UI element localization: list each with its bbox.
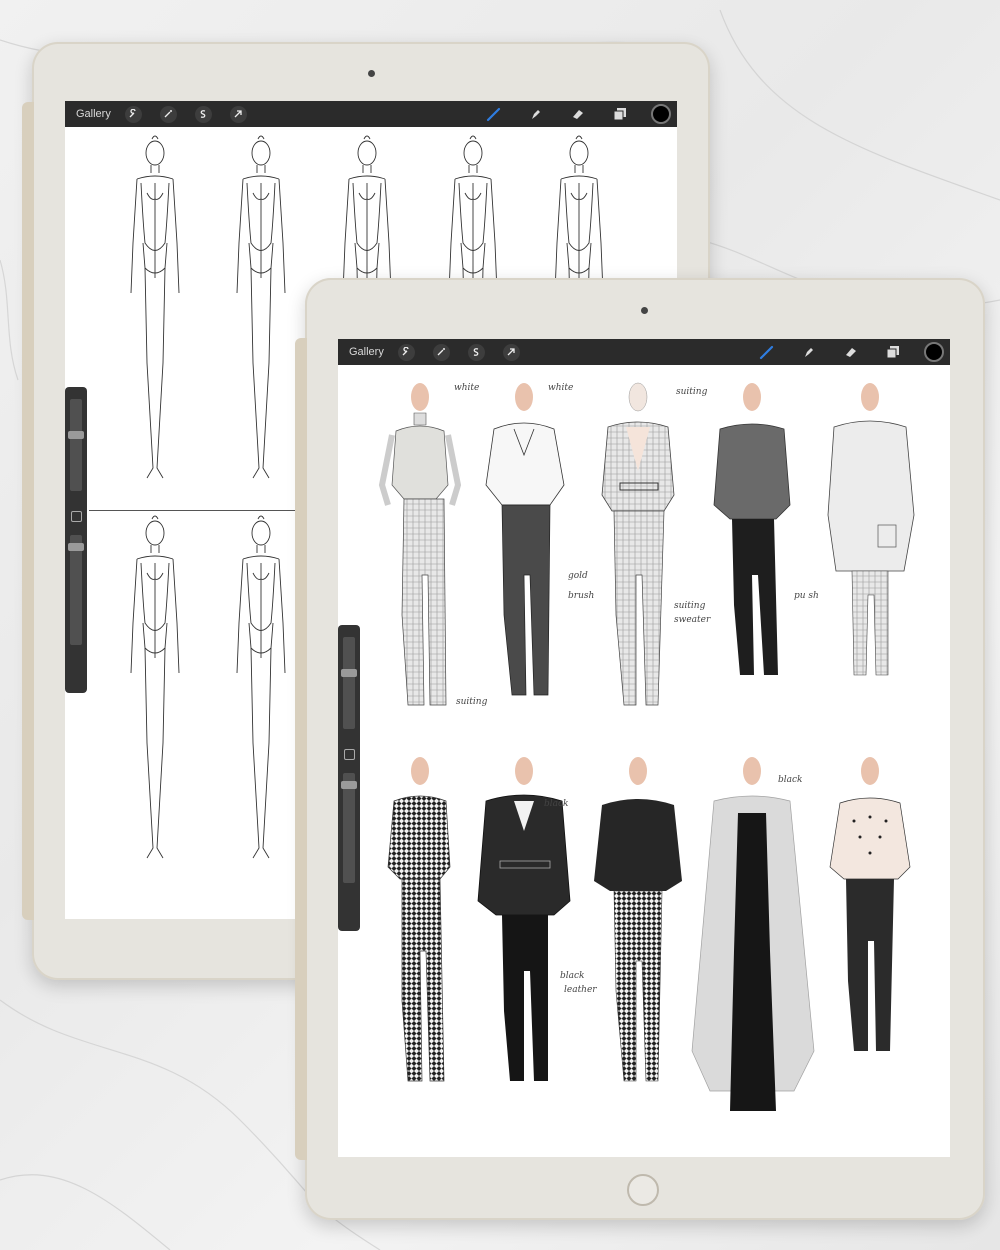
sketch-figure-6 [387,757,451,1082]
sketch-figure-5 [827,383,915,676]
annotation-gold: gold [568,571,588,581]
modify-button[interactable] [71,511,82,522]
magic-wand-icon[interactable] [159,105,177,123]
front-ipad-case-edge [295,338,307,1160]
sketch-figure-9 [691,757,815,1111]
brush-icon[interactable] [758,343,776,361]
annotation-black-2: black [560,971,585,981]
home-button[interactable] [627,1174,659,1206]
annotation-white-1: white [454,383,480,393]
smudge-icon[interactable] [800,343,818,361]
back-procreate-toolbar: Gallery [65,101,677,127]
brush-size-thumb[interactable] [341,669,357,677]
annotation-suiting-2: suiting [456,697,488,707]
transform-arrow-icon[interactable] [229,105,247,123]
annotation-sweater: sweater [674,615,711,625]
brush-icon[interactable] [485,105,503,123]
annotation-black-3: black [778,775,803,785]
modify-button[interactable] [344,749,355,760]
wrench-icon[interactable] [397,343,415,361]
fashion-sketches-row-1 [378,382,915,706]
brush-opacity-thumb[interactable] [341,781,357,789]
front-brush-sidebar [338,625,360,931]
back-ipad-camera [368,70,375,77]
selection-icon[interactable] [194,105,212,123]
magic-wand-icon[interactable] [432,343,450,361]
sketch-figure-10 [829,757,911,1051]
gallery-button[interactable]: Gallery [349,346,384,358]
annotation-white-2: white [548,383,574,393]
sketch-figure-2 [485,383,565,696]
back-brush-sidebar [65,387,87,693]
brush-opacity-slider[interactable] [343,773,355,883]
wrench-icon[interactable] [124,105,142,123]
sketch-figure-1 [378,383,462,706]
color-picker-swatch[interactable] [651,104,671,124]
color-picker-swatch[interactable] [924,342,944,362]
brush-size-slider[interactable] [70,399,82,491]
eraser-icon[interactable] [569,105,587,123]
front-ipad-screen: Gallery white white suiting suiting suit… [338,339,950,1157]
annotation-brush: brush [568,591,595,601]
layers-icon[interactable] [611,105,629,123]
smudge-icon[interactable] [527,105,545,123]
annotation-leather: leather [564,985,597,995]
sketch-figure-4 [713,383,791,675]
front-ipad-camera [641,307,648,314]
front-ipad: Gallery white white suiting suiting suit… [295,278,985,1220]
annotation-suiting-1: suiting [676,387,708,397]
front-procreate-toolbar: Gallery [338,339,950,365]
gallery-button[interactable]: Gallery [76,108,111,120]
brush-size-thumb[interactable] [68,431,84,439]
sketch-figure-3 [601,382,675,706]
brush-opacity-thumb[interactable] [68,543,84,551]
layers-icon[interactable] [884,343,902,361]
brush-opacity-slider[interactable] [70,535,82,645]
eraser-icon[interactable] [842,343,860,361]
annotation-push: pu sh [794,591,819,601]
back-ipad-case-edge [22,102,34,920]
fashion-sketches-row-2 [387,757,911,1111]
annotation-suiting-3: suiting [674,601,706,611]
annotation-black-1: black [544,799,569,809]
selection-icon[interactable] [467,343,485,361]
sketch-figure-8 [594,757,682,1082]
transform-arrow-icon[interactable] [502,343,520,361]
brush-size-slider[interactable] [343,637,355,729]
